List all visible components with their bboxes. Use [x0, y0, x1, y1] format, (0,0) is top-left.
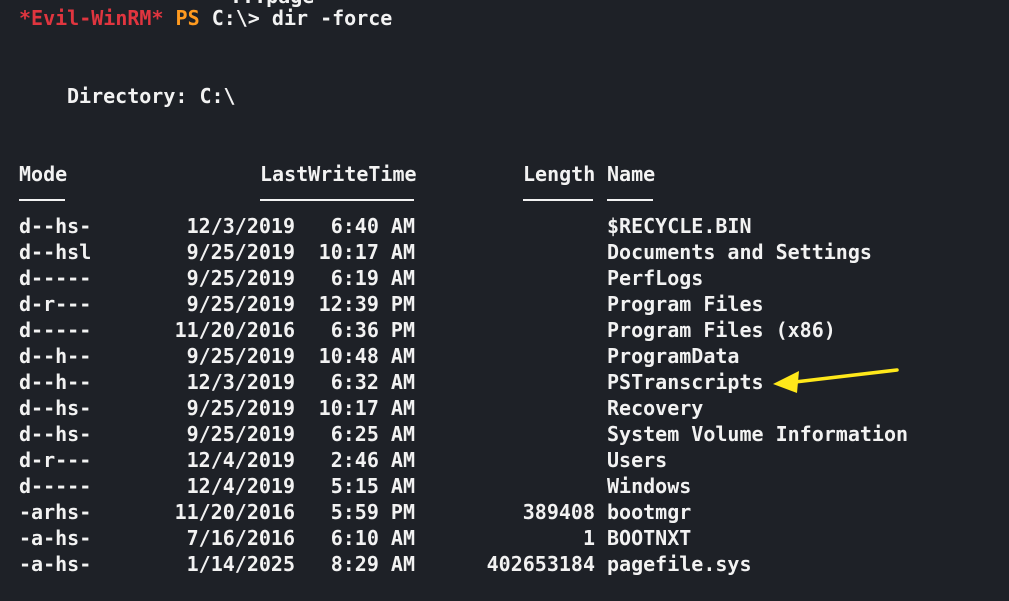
row-date: 11/20/2016: [174, 318, 295, 342]
row-mode: d--hs-: [19, 422, 92, 446]
row-name: PSTranscripts: [607, 370, 764, 394]
row-length: 389408: [522, 500, 595, 524]
row-name: System Volume Information: [607, 422, 909, 446]
underline-lastwritetime: [260, 199, 414, 201]
row-name: Program Files: [607, 292, 764, 316]
row-mode: d-----: [19, 318, 92, 342]
row-time: 6:32 AM: [330, 370, 415, 394]
row-name: Program Files (x86): [607, 318, 836, 342]
row-length: [440, 239, 595, 265]
row-date: 9/25/2019: [186, 396, 295, 420]
row-time: 5:59 PM: [330, 500, 415, 524]
row-length: 1: [582, 526, 595, 550]
row-length: 402653184: [486, 552, 595, 576]
row-date: 9/25/2019: [186, 240, 295, 264]
row-length: [440, 395, 595, 421]
row-length: [440, 265, 595, 291]
row-mode: d-r---: [19, 292, 92, 316]
row-mode: d--hs-: [19, 214, 92, 238]
row-date: 9/25/2019: [186, 292, 295, 316]
row-time: 8:29 AM: [330, 552, 415, 576]
row-name: Recovery: [607, 396, 704, 420]
row-length: [440, 369, 595, 395]
row-length: [440, 291, 595, 317]
row-mode: d--hsl: [19, 240, 92, 264]
underline-name: [607, 199, 653, 201]
row-name: bootmgr: [607, 500, 692, 524]
prompt-ps: PS: [175, 6, 200, 30]
row-mode: d--hs-: [19, 396, 92, 420]
row-date: 12/3/2019: [186, 370, 295, 394]
row-time: 6:40 AM: [330, 214, 415, 238]
row-length: [440, 473, 595, 499]
row-name: Documents and Settings: [607, 240, 872, 264]
row-mode: -a-hs-: [19, 552, 92, 576]
command-text: dir -force: [271, 6, 393, 30]
underline-length: [523, 199, 593, 201]
prompt-line: *Evil-WinRM* PS C:\> dir -force: [19, 5, 392, 31]
row-mode: -a-hs-: [19, 526, 92, 550]
row-time: 12:39 PM: [318, 292, 415, 316]
row-date: 12/4/2019: [186, 474, 295, 498]
row-length: [440, 213, 595, 239]
row-time: 6:10 AM: [330, 526, 415, 550]
row-time: 6:36 PM: [330, 318, 415, 342]
row-date: 12/4/2019: [186, 448, 295, 472]
row-date: 9/25/2019: [186, 266, 295, 290]
row-name: Windows: [607, 474, 692, 498]
row-time: 6:25 AM: [330, 422, 415, 446]
row-length: [440, 317, 595, 343]
terminal-window[interactable]: ...page *Evil-WinRM* PS C:\> dir -force …: [0, 0, 1009, 601]
row-time: 10:17 AM: [318, 396, 415, 420]
row-mode: -arhs-: [19, 500, 92, 524]
prompt-path: C:\>: [211, 6, 260, 30]
row-name: BOOTNXT: [607, 526, 692, 550]
row-mode: d--h--: [19, 370, 92, 394]
row-mode: d--h--: [19, 344, 92, 368]
row-date: 12/3/2019: [186, 214, 295, 238]
row-date: 9/25/2019: [186, 422, 295, 446]
row-name: PerfLogs: [607, 266, 704, 290]
row-time: 10:48 AM: [318, 344, 415, 368]
row-length: [440, 447, 595, 473]
row-length: [440, 421, 595, 447]
row-name: Users: [607, 448, 668, 472]
underline-mode: [19, 199, 65, 201]
header-length: Length: [523, 162, 596, 186]
row-date: 9/25/2019: [186, 344, 295, 368]
row-name: $RECYCLE.BIN: [607, 214, 752, 238]
row-date: 11/20/2016: [174, 500, 295, 524]
header-name: Name: [607, 162, 656, 186]
row-time: 2:46 AM: [330, 448, 415, 472]
row-date: 1/14/2025: [186, 552, 295, 576]
row-mode: d-----: [19, 474, 92, 498]
row-mode: d-r---: [19, 448, 92, 472]
arrow-left-icon: [773, 368, 899, 393]
row-date: 7/16/2016: [186, 526, 295, 550]
header-lastwritetime: LastWriteTime: [260, 162, 417, 186]
row-time: 6:19 AM: [330, 266, 415, 290]
row-name: pagefile.sys: [607, 552, 752, 576]
header-mode: Mode: [19, 162, 68, 186]
row-mode: d-----: [19, 266, 92, 290]
directory-label: Directory: C:\: [67, 84, 236, 108]
row-name: ProgramData: [607, 344, 740, 368]
row-length: [440, 343, 595, 369]
row-time: 5:15 AM: [330, 474, 415, 498]
prompt-evil-winrm: *Evil-WinRM*: [19, 6, 164, 30]
row-time: 10:17 AM: [318, 240, 415, 264]
